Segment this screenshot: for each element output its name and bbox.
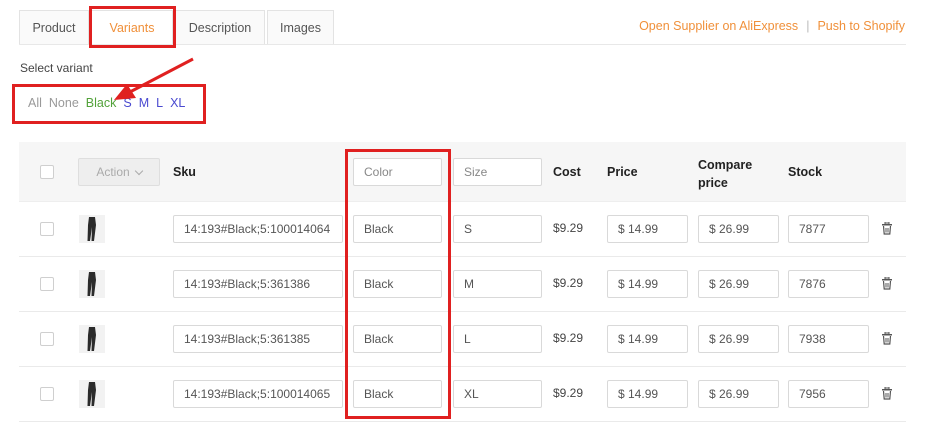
product-thumbnail — [79, 270, 105, 298]
push-to-shopify-link[interactable]: Push to Shopify — [817, 19, 905, 33]
filter-size-xl[interactable]: XL — [170, 96, 185, 110]
size-input[interactable]: S — [453, 215, 542, 243]
filter-size-l[interactable]: L — [156, 96, 163, 110]
compare-price-header: Compare price — [698, 158, 753, 190]
sku-input[interactable]: 14:193#Black;5:361385 — [173, 325, 343, 353]
size-filter-input[interactable]: Size — [453, 158, 542, 186]
tab-product[interactable]: Product — [19, 10, 89, 45]
size-input[interactable]: M — [453, 270, 542, 298]
variant-filters: All None Black S M L XL — [28, 96, 185, 110]
row-checkbox[interactable] — [40, 222, 54, 236]
select-all-checkbox[interactable] — [40, 165, 54, 179]
filter-size-m[interactable]: M — [139, 96, 149, 110]
stock-input[interactable]: 7877 — [788, 215, 869, 243]
tab-variants-label: Variants — [109, 21, 155, 35]
size-input[interactable]: L — [453, 325, 542, 353]
price-input[interactable]: $ 14.99 — [607, 325, 688, 353]
chevron-down-icon — [134, 166, 143, 175]
filter-all[interactable]: All — [28, 96, 42, 110]
trash-icon[interactable] — [881, 386, 893, 405]
product-thumbnail — [79, 325, 105, 353]
sku-input[interactable]: 14:193#Black;5:100014065 — [173, 380, 343, 408]
select-variant-label: Select variant — [20, 61, 93, 75]
header-links: Open Supplier on AliExpress | Push to Sh… — [639, 19, 905, 33]
filter-black[interactable]: Black — [86, 96, 117, 110]
tab-product-label: Product — [32, 21, 76, 35]
tab-variants[interactable]: Variants — [91, 10, 173, 45]
price-header: Price — [607, 165, 638, 179]
table-row: 14:193#Black;5:361386 Black M $9.29 $ 14.99 $… — [19, 257, 906, 312]
table-row: 14:193#Black;5:100014065 Black XL $9.29 $ 14… — [19, 367, 906, 422]
stock-input[interactable]: 7938 — [788, 325, 869, 353]
compare-price-input[interactable]: $ 26.99 — [698, 380, 779, 408]
sku-header: Sku — [173, 165, 196, 179]
cost-value: $9.29 — [553, 276, 584, 290]
color-filter-input[interactable]: Color — [353, 158, 442, 186]
compare-price-input[interactable]: $ 26.99 — [698, 270, 779, 298]
cost-value: $9.29 — [553, 331, 584, 345]
tab-description-label: Description — [188, 21, 252, 35]
trash-icon[interactable] — [881, 221, 893, 240]
action-label: Action — [96, 165, 130, 179]
product-thumbnail — [79, 215, 105, 243]
stock-input[interactable]: 7876 — [788, 270, 869, 298]
action-dropdown[interactable]: Action — [78, 158, 160, 186]
price-input[interactable]: $ 14.99 — [607, 380, 688, 408]
sku-input[interactable]: 14:193#Black;5:100014064 — [173, 215, 343, 243]
trash-icon[interactable] — [881, 276, 893, 295]
tab-description[interactable]: Description — [175, 10, 265, 45]
compare-price-input[interactable]: $ 26.99 — [698, 325, 779, 353]
stock-input[interactable]: 7956 — [788, 380, 869, 408]
compare-price-input[interactable]: $ 26.99 — [698, 215, 779, 243]
size-input[interactable]: XL — [453, 380, 542, 408]
filter-size-s[interactable]: S — [123, 96, 131, 110]
row-checkbox[interactable] — [40, 277, 54, 291]
trash-icon[interactable] — [881, 331, 893, 350]
color-input[interactable]: Black — [353, 270, 442, 298]
tab-divider — [19, 44, 906, 45]
product-thumbnail — [79, 380, 105, 408]
link-separator: | — [806, 19, 810, 33]
price-input[interactable]: $ 14.99 — [607, 270, 688, 298]
tab-bar: Product Variants Description Images — [19, 10, 336, 45]
table-header: Action Sku Color Size Cost Price Compare… — [19, 142, 906, 202]
cost-value: $9.29 — [553, 386, 584, 400]
color-input[interactable]: Black — [353, 380, 442, 408]
tab-images-label: Images — [280, 21, 321, 35]
variants-table: Action Sku Color Size Cost Price Compare… — [19, 142, 906, 422]
cost-header: Cost — [553, 165, 581, 179]
open-supplier-link[interactable]: Open Supplier on AliExpress — [639, 19, 798, 33]
row-checkbox[interactable] — [40, 387, 54, 401]
color-input[interactable]: Black — [353, 215, 442, 243]
table-row: 14:193#Black;5:361385 Black L $9.29 $ 14.99 $… — [19, 312, 906, 367]
row-checkbox[interactable] — [40, 332, 54, 346]
stock-header: Stock — [788, 165, 823, 179]
table-row: 14:193#Black;5:100014064 Black S $9.29 $ 14.… — [19, 202, 906, 257]
price-input[interactable]: $ 14.99 — [607, 215, 688, 243]
sku-input[interactable]: 14:193#Black;5:361386 — [173, 270, 343, 298]
filter-none[interactable]: None — [49, 96, 79, 110]
cost-value: $9.29 — [553, 221, 584, 235]
tab-images[interactable]: Images — [267, 10, 334, 45]
color-input[interactable]: Black — [353, 325, 442, 353]
